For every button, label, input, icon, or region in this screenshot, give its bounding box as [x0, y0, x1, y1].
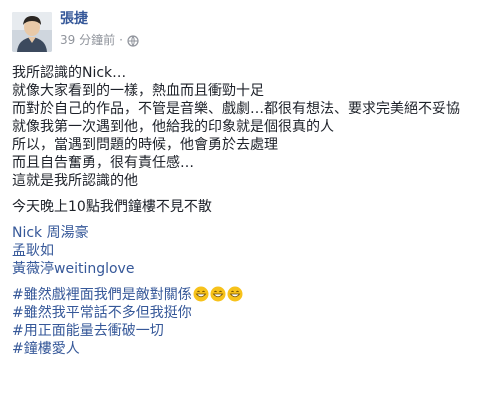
globe-icon[interactable] — [127, 34, 139, 47]
facebook-post: 張捷 39 分鐘前 · 我所認識的Nick… 就像大家看到的一樣，熱血而且衝勁十… — [0, 0, 498, 410]
hashtag-link[interactable]: #鐘樓愛人 — [12, 341, 80, 357]
post-meta: 39 分鐘前 · — [60, 33, 139, 48]
hashtag-link[interactable]: #雖然戲裡面我們是敵對關係 — [12, 287, 192, 303]
avatar[interactable] — [12, 12, 52, 52]
grinning-face-emoji-icon — [193, 286, 209, 302]
tag-link[interactable]: 孟耿如 — [12, 243, 54, 259]
body-line: 今天晚上10點我們鐘樓不見不散 — [12, 199, 212, 215]
post-author-name[interactable]: 張捷 — [60, 10, 88, 28]
body-line: 而且自告奮勇，很有責任感… — [12, 155, 194, 171]
post-body: 我所認識的Nick… 就像大家看到的一樣，熱血而且衝勁十足 而對於自己的作品，不… — [12, 64, 488, 358]
meta-separator: · — [119, 33, 123, 47]
tag-link[interactable]: 黃薇渟weitinglove — [12, 261, 134, 277]
body-line: 而對於自己的作品，不管是音樂、戲劇…都很有想法、要求完美絕不妥協 — [12, 101, 460, 117]
tag-link[interactable]: Nick 周湯豪 — [12, 225, 89, 241]
post-timestamp[interactable]: 39 分鐘前 — [60, 33, 115, 48]
grinning-face-emoji-icon — [210, 286, 226, 302]
body-line: 就像大家看到的一樣，熱血而且衝勁十足 — [12, 83, 264, 99]
hashtag-link[interactable]: #雖然我平常話不多但我挺你 — [12, 305, 192, 321]
body-line: 所以，當遇到問題的時候，他會勇於去處理 — [12, 137, 278, 153]
body-line: 這就是我所認識的他 — [12, 173, 138, 189]
hashtag-link[interactable]: #用正面能量去衝破一切 — [12, 323, 164, 339]
body-line: 我所認識的Nick… — [12, 65, 127, 81]
profile-photo — [12, 12, 52, 52]
grinning-face-emoji-icon — [227, 286, 243, 302]
body-line: 就像我第一次遇到他，他給我的印象就是個很真的人 — [12, 119, 334, 135]
